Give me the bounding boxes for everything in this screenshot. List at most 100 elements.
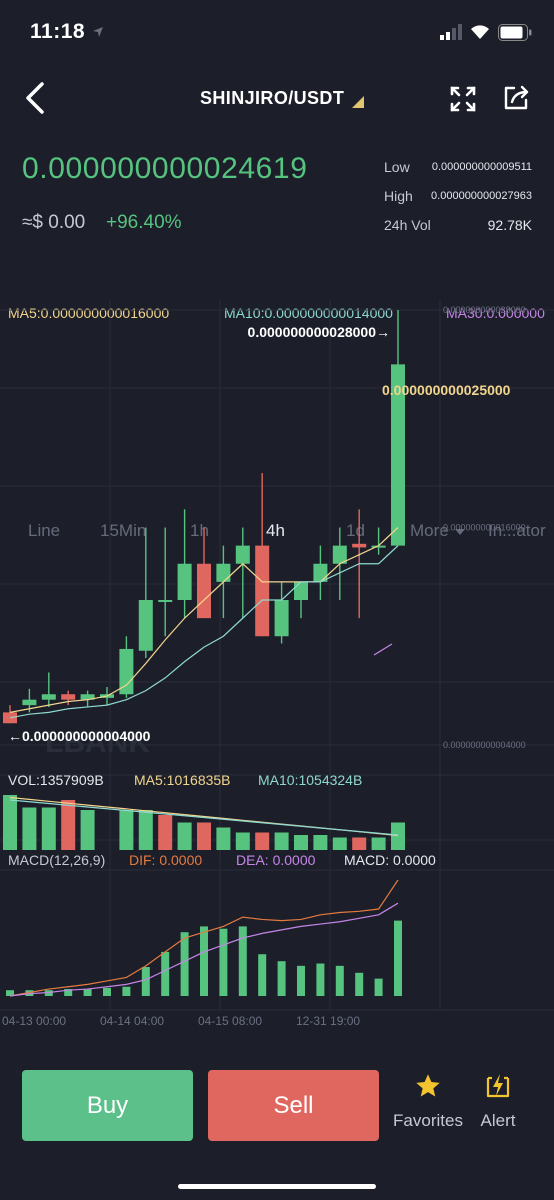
- chart-grid: [0, 300, 554, 1011]
- ma30-line: [373, 643, 393, 656]
- candle-body: [216, 563, 231, 582]
- macd-title: MACD(12,26,9): [8, 852, 106, 868]
- candle-body: [255, 545, 270, 637]
- volume-bar: [371, 837, 386, 850]
- signal-icon: [440, 24, 462, 40]
- price-axis: 0.000000000028000 0.000000000016000 0.0000…: [443, 305, 526, 750]
- volume-bar: [235, 832, 250, 850]
- candle-body: [22, 699, 37, 706]
- macd-bar: [83, 989, 92, 996]
- volume-bar: [274, 832, 289, 850]
- battery-icon: [498, 24, 532, 41]
- high-value: 0.000000000027963: [431, 190, 532, 202]
- time-tick-label: 04-14 04:00: [100, 1014, 164, 1028]
- dif-legend: DIF: 0.0000: [129, 852, 203, 868]
- high-price-marker: 0.000000000028000→: [248, 324, 390, 340]
- volume-bar: [138, 810, 153, 850]
- favorites-label: Favorites: [393, 1111, 463, 1130]
- alert-bolt-icon: [486, 1074, 510, 1098]
- low-price-marker: ←0.000000000004000: [8, 728, 151, 744]
- volume-bar: [313, 835, 328, 850]
- location-arrow-icon: [93, 27, 103, 37]
- candle-body: [41, 694, 56, 700]
- volume-bar: [391, 822, 405, 850]
- volume-bar: [80, 810, 95, 850]
- macd-bar: [316, 963, 325, 996]
- last-price: 0.000000000024619: [22, 152, 308, 185]
- axis-label-bottom: 0.000000000004000: [443, 740, 526, 750]
- dea-legend: DEA: 0.0000: [236, 852, 316, 868]
- volume-bar: [119, 810, 134, 850]
- candle-body: [294, 581, 308, 600]
- macd-bar: [141, 967, 150, 996]
- status-time: 11:18: [30, 20, 86, 43]
- volume-bar: [41, 807, 56, 850]
- macd-bar: [258, 954, 267, 996]
- macd-bar: [374, 978, 383, 996]
- alert-label: Alert: [480, 1111, 516, 1130]
- time-tick-label: 12-31 19:00: [296, 1014, 360, 1028]
- low-value: 0.000000000009511: [431, 161, 532, 173]
- time-tick-label: 04-13 00:00: [2, 1014, 66, 1028]
- price-markers: 0.000000000028000→ 0.000000000025000 ←0.00…: [8, 324, 511, 744]
- time-tick-label: 04-15 08:00: [198, 1014, 262, 1028]
- candle-body: [177, 563, 192, 600]
- macd-bar: [200, 926, 208, 996]
- candle-body: [158, 600, 173, 602]
- macd-bar: [297, 965, 305, 996]
- axis-label-top: 0.000000000028000: [443, 305, 526, 315]
- volume-bar: [332, 837, 347, 850]
- macd-bar: [103, 987, 111, 996]
- axis-label-mid: 0.000000000016000: [443, 523, 526, 533]
- candle-body: [352, 543, 367, 548]
- volume-bar: [255, 832, 270, 850]
- pair-dropdown-icon[interactable]: [352, 96, 364, 108]
- volume-ma10-legend: MA10:1054324B: [258, 772, 363, 788]
- wifi-icon: [471, 25, 489, 39]
- share-icon[interactable]: [500, 82, 532, 114]
- macd-bar: [180, 932, 189, 996]
- favorites-button[interactable]: Favorites: [392, 1072, 464, 1142]
- volume-legend: VOL:1357909B: [8, 772, 104, 788]
- volume-bar: [352, 837, 367, 850]
- macd-bar: [122, 986, 131, 996]
- back-arrow-icon[interactable]: [20, 80, 50, 116]
- candle-body: [138, 600, 153, 651]
- volume-24h-value: 92.78K: [487, 217, 532, 233]
- volume-bar: [216, 827, 231, 850]
- kline-chart[interactable]: LBANK 0.0000000000280000.000000000016000…: [0, 290, 554, 1040]
- price-change-percent: +96.40%: [106, 212, 182, 233]
- sell-button[interactable]: Sell: [208, 1070, 379, 1141]
- macd-legend: MACD: 0.0000: [344, 852, 436, 868]
- candle-body: [274, 600, 289, 637]
- macd-bar: [355, 972, 364, 996]
- volume-bar: [22, 807, 37, 850]
- status-bar: 11:18: [0, 0, 554, 64]
- volume-ma5-legend: MA5:1016835B: [134, 772, 231, 788]
- alert-button[interactable]: Alert: [472, 1072, 524, 1142]
- interval-tabs: Line 15Min 1h 4h 1d More In...ator: [0, 258, 554, 540]
- fullscreen-icon[interactable]: [448, 84, 478, 114]
- volume-bar: [158, 815, 173, 850]
- macd-bar: [277, 961, 286, 996]
- volume-bar: [3, 795, 17, 850]
- macd-bar: [335, 965, 344, 996]
- candle-body: [197, 563, 211, 619]
- volume-bar: [177, 822, 192, 850]
- volume-bar: [61, 800, 76, 850]
- home-indicator: [178, 1184, 376, 1189]
- macd-bar: [394, 920, 402, 996]
- volume-bar: [197, 822, 211, 850]
- fiat-price: ≈$ 0.00: [22, 212, 86, 233]
- macd-bar: [219, 928, 228, 996]
- candle-body: [235, 545, 250, 564]
- time-axis: 04-13 00:00 04-14 04:00 04-15 08:00 12-31 1…: [2, 1014, 360, 1028]
- volume-bar: [294, 835, 308, 850]
- buy-button[interactable]: Buy: [22, 1070, 193, 1141]
- trading-pair-title[interactable]: SHINJIRO/USDT: [200, 88, 344, 109]
- volume-bars: [3, 795, 405, 850]
- macd-panel: [6, 879, 402, 997]
- macd-bar: [161, 951, 170, 996]
- star-icon: [416, 1074, 440, 1097]
- last-price-marker: 0.000000000025000: [382, 382, 511, 398]
